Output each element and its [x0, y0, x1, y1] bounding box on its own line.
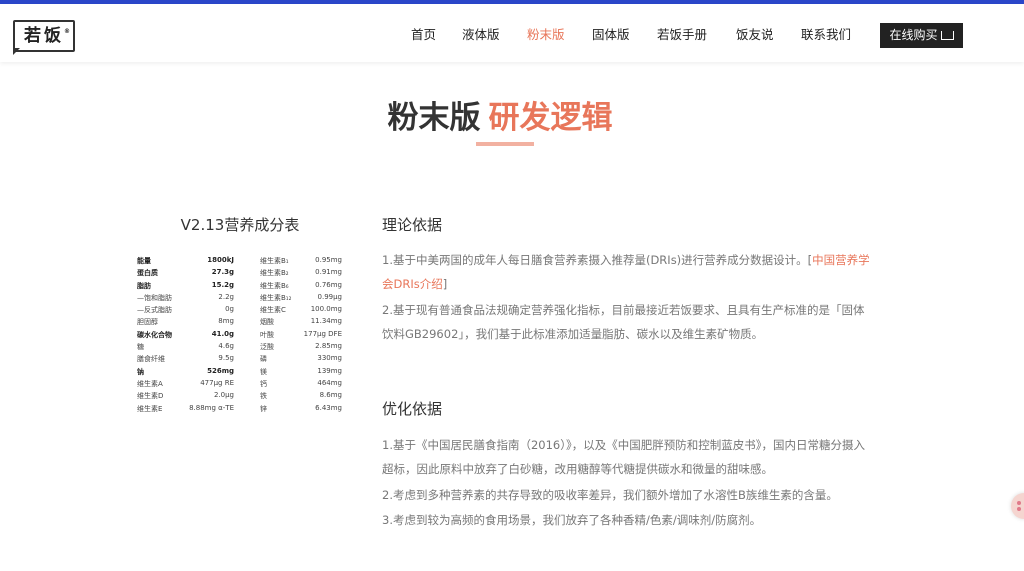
nav-item-solid[interactable]: 固体版 — [592, 23, 630, 47]
floating-chat-icon[interactable] — [1011, 493, 1024, 519]
nutrient-value: 0g — [225, 305, 234, 314]
nav-item-home[interactable]: 首页 — [411, 23, 436, 47]
nutrient-value: 41.0g — [211, 329, 234, 338]
nutrient-value: 2.0μg — [213, 391, 234, 400]
table-row: 维生素D 2.0μg 铁 8.6mg — [137, 391, 345, 403]
nutrient-value: 15.2g — [211, 280, 234, 289]
logo-corner-icon — [13, 48, 20, 55]
nutrient-value: 6.43mg — [315, 403, 342, 412]
logo-registered-mark: ® — [64, 28, 70, 35]
nutrient-value: 464mg — [317, 378, 342, 387]
table-row: 维生素E 8.88mg α-TE 锌 6.43mg — [137, 404, 345, 416]
nav-item-fans[interactable]: 饭友说 — [736, 23, 774, 47]
nutrition-table: 能量 1800kJ 维生素B₁ 0.95mg 蛋白质 27.3g 维生素B₂ 0.91mg 脂肪… — [137, 256, 345, 416]
nutrient-value: 0.95mg — [315, 256, 342, 264]
nav-item-contact[interactable]: 联系我们 — [801, 23, 851, 47]
nutrient-value: 1800kJ — [207, 256, 234, 264]
optimize-paragraph-1: 1.基于《中国居民膳食指南（2016）》，以及《中国肥胖预防和控制蓝皮书》，国内… — [382, 438, 865, 476]
nutrient-value: 8mg — [218, 317, 234, 326]
nutrient-value: 2.2g — [218, 292, 234, 301]
table-row: —反式脂肪 0g 维生素C 100.0mg — [137, 305, 345, 317]
table-row: 蛋白质 27.3g 维生素B₂ 0.91mg — [137, 268, 345, 280]
site-header: 若饭 ® 首页 液体版 粉末版 固体版 若饭手册 饭友说 联系我们 在线购买 — [0, 4, 1024, 62]
table-row: 糖 4.6g 泛酸 2.85mg — [137, 342, 345, 354]
chat-dot — [1017, 507, 1021, 511]
table-row: —饱和脂肪 2.2g 维生素B₁₂ 0.99μg — [137, 293, 345, 305]
table-row: 脂肪 15.2g 维生素B₆ 0.76mg — [137, 281, 345, 293]
nutrient-value: 177μg DFE — [303, 329, 342, 338]
site-logo[interactable]: 若饭 ® — [13, 20, 75, 52]
chat-dot — [1017, 501, 1021, 505]
page-title-logic: 研发逻辑 — [488, 100, 613, 136]
nutrient-value: 100.0mg — [310, 305, 342, 314]
table-row: 能量 1800kJ 维生素B₁ 0.95mg — [137, 256, 345, 268]
nutrient-value: 8.88mg α-TE — [189, 403, 234, 412]
theory-heading: 理论依据 — [382, 216, 443, 234]
nav-item-powder[interactable]: 粉末版 — [527, 23, 565, 47]
nutrient-value: 139mg — [317, 366, 342, 375]
table-row: 维生素A 477μg RE 钙 464mg — [137, 379, 345, 391]
nutrient-value: 330mg — [317, 354, 342, 363]
nutrient-value: 11.34mg — [310, 317, 342, 326]
nav-item-liquid[interactable]: 液体版 — [462, 23, 500, 47]
buy-online-button[interactable]: 在线购买 — [880, 23, 963, 48]
nutrient-value: 4.6g — [218, 342, 234, 351]
nutrient-value: 0.91mg — [315, 268, 342, 277]
nutrient-value: 477μg RE — [200, 378, 234, 387]
nutrient-value: 8.6mg — [319, 391, 342, 400]
nav-item-manual[interactable]: 若饭手册 — [657, 23, 707, 47]
optimize-paragraph-2: 2.考虑到多种营养素的共存导致的吸收率差异，我们额外增加了水溶性B族维生素的含量… — [382, 488, 838, 502]
table-row: 胆固醇 8mg 烟酸 11.34mg — [137, 317, 345, 329]
page-title-product: 粉末版 — [387, 100, 481, 136]
theory-p1-end: ] — [442, 277, 448, 291]
nutrient-value: 9.5g — [218, 354, 234, 363]
cart-icon — [940, 31, 954, 40]
optimize-paragraph-3: 3.考虑到较为高频的食用场景，我们放弃了各种香精/色素/调味剂/防腐剂。 — [382, 513, 762, 527]
optimize-heading: 优化依据 — [382, 400, 443, 418]
page-title: 粉末版 研发逻辑 — [0, 92, 1000, 137]
logo-text: 若饭 — [24, 26, 64, 46]
theory-paragraph-1: 1.基于中美两国的成年人每日膳食营养素摄入推荐量(DRIs)进行营养成分数据设计… — [382, 248, 872, 296]
buy-online-label: 在线购买 — [889, 28, 938, 42]
nutrient-value: 0.99μg — [317, 292, 342, 301]
table-row: 钠 526mg 镁 139mg — [137, 367, 345, 379]
nutrient-value: 0.76mg — [315, 280, 342, 289]
table-row: 膳食纤维 9.5g 磷 330mg — [137, 354, 345, 366]
nutrient-value: 526mg — [207, 366, 234, 375]
nutrient-value: 2.85mg — [315, 342, 342, 351]
theory-paragraph-2: 2.基于现有普通食品法规确定营养强化指标，目前最接近若饭要求、且具有生产标准的是… — [382, 303, 865, 341]
table-row: 碳水化合物 41.0g 叶酸 177μg DFE — [137, 330, 345, 342]
theory-p1-text: 1.基于中美两国的成年人每日膳食营养素摄入推荐量(DRIs)进行营养成分数据设计… — [382, 253, 813, 267]
title-underline — [476, 142, 534, 146]
nutrition-table-title: V2.13营养成分表 — [180, 216, 300, 234]
nutrient-value: 27.3g — [211, 268, 234, 277]
